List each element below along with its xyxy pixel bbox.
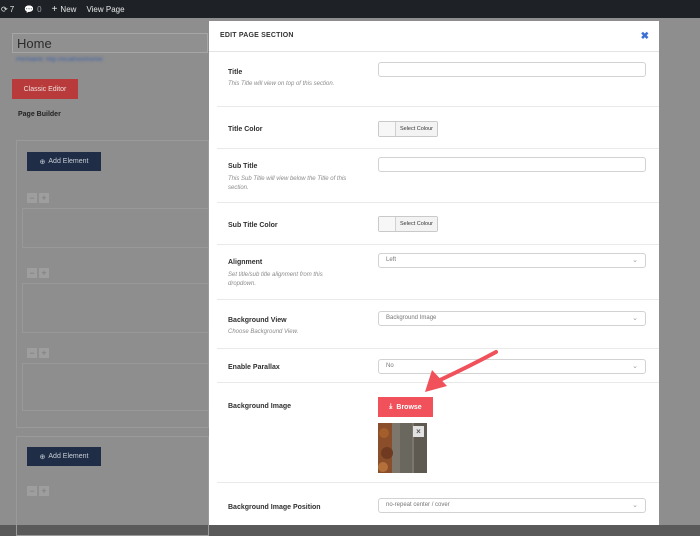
chevron-down-icon: ⌄ [632,363,638,370]
minus-icon[interactable]: − [27,486,37,496]
field-background-view: Background View Choose Background View. … [217,300,659,349]
selected-value: No [386,363,394,369]
row-controls[interactable]: − + [27,486,49,496]
field-label: Sub Title [228,163,258,170]
color-swatch[interactable] [379,217,396,231]
minus-icon[interactable]: − [27,193,37,203]
title-input[interactable] [378,62,646,77]
background-view-select[interactable]: Background Image ⌄ [378,311,646,326]
field-label: Sub Title Color [228,222,278,229]
add-element-button[interactable]: ⊕ Add Element [27,447,101,466]
updates-count: 7 [9,4,15,14]
plus-icon[interactable]: + [39,486,49,496]
field-sub-title: Sub Title This Sub Title will view below… [217,149,659,203]
background-image-thumbnail: × [378,423,427,473]
field-label: Title Color [228,126,263,133]
field-description: Set title/sub title alignment from this … [228,272,323,287]
browse-button[interactable]: ⤓ Browse [378,397,433,417]
new-item[interactable]: + New [52,4,77,15]
field-label: Alignment [228,259,263,266]
field-background-image: Background Image ⤓ Browse × [217,383,659,483]
new-label: New [60,4,77,14]
field-background-image-position: Background Image Position no-repeat cent… [217,483,659,525]
selected-value: no-repeat center / cover [386,502,450,508]
row-box [22,283,209,333]
row-controls[interactable]: − + [27,348,49,358]
chevron-down-icon: ⌄ [632,257,638,264]
field-description: This Title will view on top of this sect… [228,81,335,87]
row-controls[interactable]: − + [27,268,49,278]
background-image-position-select[interactable]: no-repeat center / cover ⌄ [378,498,646,513]
field-label: Background Image Position [228,504,321,511]
plus-icon[interactable]: + [39,268,49,278]
selected-value: Left [386,257,397,263]
plus-icon[interactable]: + [39,193,49,203]
chevron-down-icon: ⌄ [632,315,638,322]
classic-editor-button[interactable]: Classic Editor [12,79,78,99]
field-label: Title [228,69,243,76]
updates-item[interactable]: ⟳ 7 [1,5,14,14]
view-page-link[interactable]: View Page [86,5,124,14]
field-enable-parallax: Enable Parallax No ⌄ [217,349,659,383]
page-title-input[interactable]: Home [12,33,208,53]
field-label: Background View [228,317,287,324]
row-box [22,208,209,248]
edit-page-section-modal: EDIT PAGE SECTION ✖ Title This Title wil… [209,21,659,525]
admin-bar: ⟳ 7 💬 0 + New View Page [0,0,700,18]
select-colour-button[interactable]: Select Colour [396,122,437,136]
sub-title-color-picker[interactable]: Select Colour [378,216,438,232]
enable-parallax-select[interactable]: No ⌄ [378,359,646,374]
permalink[interactable]: Permalink: http://localhost/home/ [16,57,103,63]
field-label: Background Image [228,403,292,410]
plus-circle-icon: ⊕ [39,158,46,166]
remove-image-icon[interactable]: × [413,426,424,437]
browse-label: Browse [396,403,422,411]
comments-item[interactable]: 💬 0 [24,5,41,14]
field-description: Choose Background View. [228,329,299,335]
alignment-select[interactable]: Left ⌄ [378,253,646,268]
chevron-down-icon: ⌄ [632,502,638,509]
page-builder-label: Page Builder [18,111,61,118]
plus-circle-icon: ⊕ [39,453,46,461]
field-title-color: Title Color Select Colour [217,107,659,149]
download-icon: ⤓ [389,403,393,410]
plus-icon: + [51,3,58,15]
title-color-picker[interactable]: Select Colour [378,121,438,137]
select-colour-button[interactable]: Select Colour [396,217,437,231]
modal-title: EDIT PAGE SECTION [220,32,294,39]
add-element-button[interactable]: ⊕ Add Element [27,152,101,171]
add-element-label: Add Element [48,453,89,460]
selected-value: Background Image [386,315,437,321]
row-controls[interactable]: − + [27,193,49,203]
field-description: This Sub Title will view below the Title… [228,176,347,191]
comments-count: 0 [37,4,42,14]
row-box [22,363,209,411]
modal-header: EDIT PAGE SECTION ✖ [209,21,659,52]
add-element-label: Add Element [48,158,89,165]
field-title: Title This Title will view on top of thi… [217,51,659,107]
minus-icon[interactable]: − [27,268,37,278]
comment-icon: 💬 [24,4,35,14]
refresh-icon: ⟳ [1,4,8,14]
minus-icon[interactable]: − [27,348,37,358]
field-label: Enable Parallax [228,364,280,371]
sub-title-input[interactable] [378,157,646,172]
close-icon[interactable]: ✖ [641,31,649,42]
plus-icon[interactable]: + [39,348,49,358]
color-swatch[interactable] [379,122,396,136]
field-sub-title-color: Sub Title Color Select Colour [217,203,659,245]
field-alignment: Alignment Set title/sub title alignment … [217,245,659,300]
